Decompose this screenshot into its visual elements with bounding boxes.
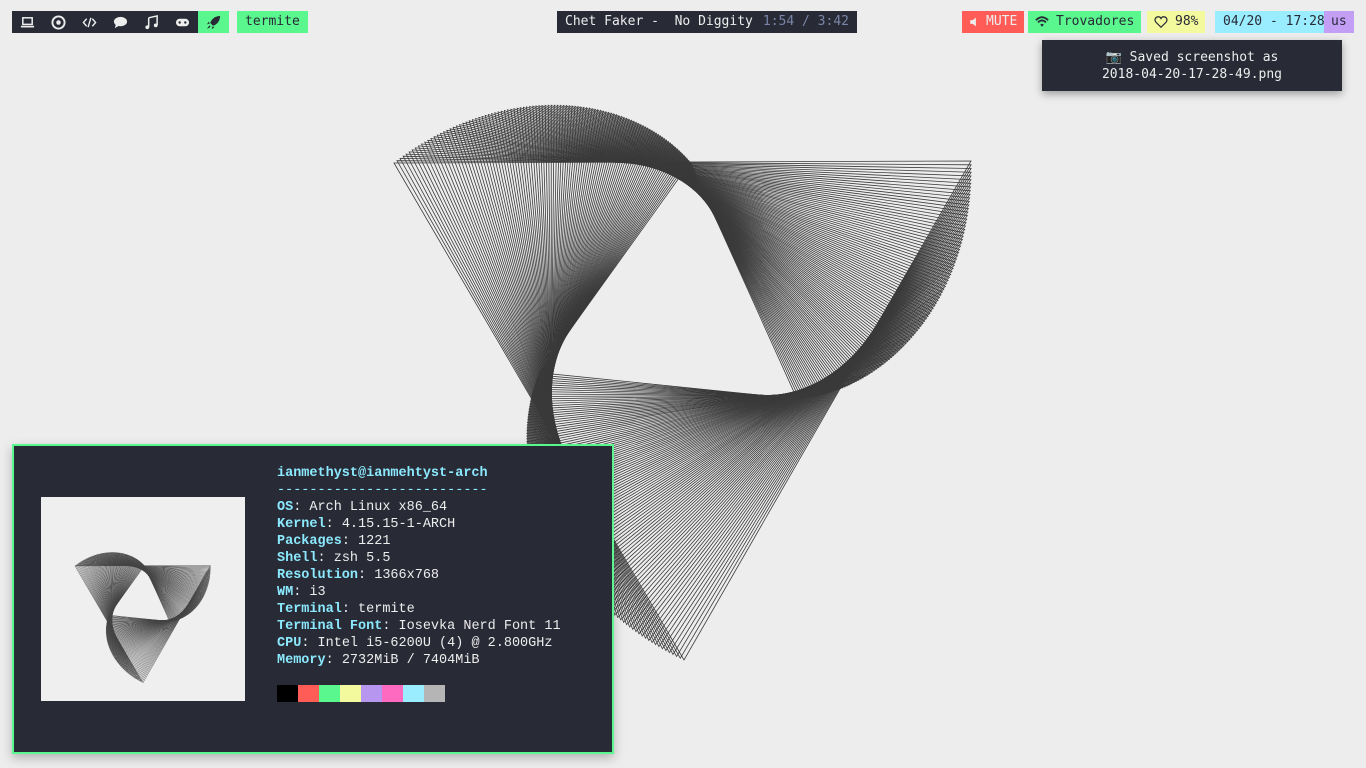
- info-key: Terminal: [277, 602, 342, 617]
- palette-swatch: [298, 685, 319, 702]
- neofetch-info: ianmethyst@ianmehtyst-arch -------------…: [277, 465, 561, 669]
- info-value: 1221: [358, 534, 391, 549]
- gamepad-icon: [175, 18, 190, 26]
- info-row: Memory: 2732MiB / 7404MiB: [277, 653, 480, 668]
- palette-swatch: [382, 685, 403, 702]
- code-icon: [82, 17, 97, 27]
- art-line: [528, 139, 830, 408]
- neofetch-image: [41, 497, 245, 701]
- rocket-icon: [206, 15, 221, 29]
- color-palette: [277, 685, 445, 702]
- info-row: Packages: 1221: [277, 534, 391, 549]
- keyboard-layout[interactable]: us: [1324, 11, 1354, 33]
- artist: Chet Faker: [565, 14, 644, 29]
- workspace-chat[interactable]: [105, 11, 136, 33]
- info-key: CPU: [277, 636, 302, 651]
- info-row: Resolution: 1366x768: [277, 568, 440, 583]
- info-row: OS: Arch Linux x86_64: [277, 500, 448, 515]
- info-key: Memory: [277, 653, 326, 668]
- info-row: Terminal: termite: [277, 602, 415, 617]
- info-value: Arch Linux x86_64: [309, 500, 448, 515]
- info-row: CPU: Intel i5-6200U (4) @ 2.800GHz: [277, 636, 553, 651]
- speaker-icon: [970, 17, 976, 27]
- track-time: 1:54 / 3:42: [762, 14, 849, 29]
- screenshot-notification[interactable]: 📷 Saved screenshot as 2018-04-20-17-28-4…: [1042, 40, 1342, 91]
- volume-label: MUTE: [986, 14, 1018, 29]
- info-key: Resolution: [277, 568, 359, 583]
- user-host: ianmethyst@ianmehtyst-arch: [277, 466, 488, 481]
- info-row: Kernel: 4.15.15-1-ARCH: [277, 517, 456, 532]
- layout-label: us: [1331, 14, 1347, 29]
- notification-title: 📷 Saved screenshot as: [1105, 49, 1279, 65]
- separator: --------------------------: [277, 483, 488, 498]
- workspace-laptop[interactable]: [12, 11, 43, 33]
- info-value: i3: [309, 585, 326, 600]
- info-row: Shell: zsh 5.5: [277, 551, 391, 566]
- heart-icon: [1154, 16, 1168, 29]
- now-playing[interactable]: Chet Faker - No Diggity 1:54 / 3:42: [557, 11, 857, 33]
- workspace-bar: [12, 11, 229, 33]
- battery-percent: 98%: [1175, 14, 1199, 29]
- info-key: Kernel: [277, 517, 326, 532]
- wifi-ssid: Trovadores: [1056, 14, 1135, 29]
- info-value: zsh 5.5: [333, 551, 391, 566]
- song: No Diggity: [674, 14, 753, 29]
- workspace-game[interactable]: [167, 11, 198, 33]
- palette-swatch: [277, 685, 298, 702]
- workspace-chrome[interactable]: [43, 11, 74, 33]
- chat-icon: [113, 16, 128, 28]
- notification-filename: 2018-04-20-17-28-49.png: [1101, 66, 1282, 82]
- info-rows: OS: Arch Linux x86_64 Kernel: 4.15.15-1-A…: [277, 499, 561, 669]
- info-value: 4.15.15-1-ARCH: [341, 517, 456, 532]
- palette-swatch: [424, 685, 445, 702]
- info-value: Intel i5-6200U (4) @ 2.800GHz: [317, 636, 553, 651]
- datetime-label: 04/20 - 17:28: [1223, 14, 1325, 29]
- info-row: WM: i3: [277, 585, 326, 600]
- info-value: Iosevka Nerd Font 11: [398, 619, 561, 634]
- wallpaper-thumbnail: [74, 551, 211, 684]
- terminal-window[interactable]: ianmethyst@ianmehtyst-arch -------------…: [12, 444, 614, 754]
- volume-status[interactable]: MUTE: [962, 11, 1025, 33]
- focused-window-title: termite: [237, 11, 308, 33]
- info-value: termite: [358, 602, 415, 617]
- info-key: OS: [277, 500, 294, 515]
- music-note-icon: [145, 14, 158, 29]
- info-value: 1366x768: [374, 568, 440, 583]
- chrome-icon: [51, 14, 66, 30]
- laptop-icon: [20, 16, 35, 27]
- clock[interactable]: 04/20 - 17:28: [1215, 11, 1333, 33]
- info-key: Shell: [277, 551, 318, 566]
- info-row: Terminal Font: Iosevka Nerd Font 11: [277, 619, 561, 634]
- wifi-icon: [1035, 16, 1049, 27]
- workspace-music[interactable]: [136, 11, 167, 33]
- palette-swatch: [403, 685, 424, 702]
- info-key: WM: [277, 585, 294, 600]
- workspace-rocket[interactable]: [198, 11, 229, 33]
- workspace-code[interactable]: [74, 11, 105, 33]
- info-value: 2732MiB / 7404MiB: [341, 653, 480, 668]
- info-key: Terminal Font: [277, 619, 383, 634]
- palette-swatch: [319, 685, 340, 702]
- wifi-status[interactable]: Trovadores: [1028, 11, 1142, 33]
- battery-status[interactable]: 98%: [1147, 11, 1206, 33]
- palette-swatch: [340, 685, 361, 702]
- info-key: Packages: [277, 534, 342, 549]
- palette-swatch: [361, 685, 382, 702]
